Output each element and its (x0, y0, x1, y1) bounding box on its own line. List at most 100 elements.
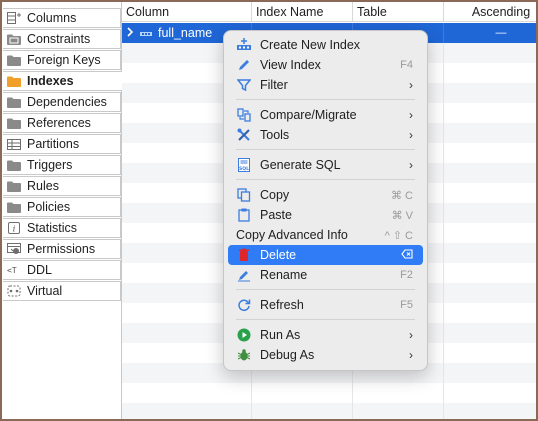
create-index-icon (236, 37, 252, 53)
menu-item-label: Filter (260, 78, 288, 92)
menu-item-delete[interactable]: Delete (228, 245, 423, 265)
menu-item-shortcut: F4 (400, 59, 413, 71)
index-name-header[interactable]: Index Name (252, 2, 353, 22)
menu-item-label: Run As (260, 328, 301, 342)
sidebar-item-constraints[interactable]: Constraints (3, 29, 121, 49)
menu-item-generate-sql[interactable]: SQL Generate SQL › (228, 155, 423, 175)
menu-item-label: Paste (260, 208, 292, 222)
menu-item-shortcut: ^ ⇧ C (384, 229, 413, 242)
sidebar-item-references[interactable]: References (3, 113, 121, 133)
sidebar-item-label: Permissions (27, 242, 96, 256)
pencil-icon (236, 57, 252, 73)
menu-separator (236, 319, 415, 320)
menu-item-shortcut: F5 (400, 299, 413, 311)
compare-icon (236, 107, 252, 123)
menu-item-label: Compare/Migrate (260, 108, 357, 122)
sidebar-item-label: Policies (27, 200, 71, 214)
expand-chevron-icon[interactable] (126, 26, 134, 40)
menu-item-filter[interactable]: Filter › (228, 75, 423, 95)
svg-text:<T: <T (7, 266, 17, 275)
table-header: Column Index Name Table Ascending (122, 2, 536, 22)
folder-icon (7, 160, 21, 171)
svg-text:SQL: SQL (239, 166, 249, 172)
sidebar-item-partitions[interactable]: Partitions (3, 134, 121, 154)
virtual-icon (7, 285, 21, 297)
menu-item-label: Create New Index (260, 38, 361, 52)
folder-icon (7, 181, 21, 192)
sidebar-item-label: Partitions (27, 137, 80, 151)
sidebar-item-label: References (27, 116, 91, 130)
menu-item-tools[interactable]: Tools › (228, 125, 423, 145)
menu-item-shortcut: F2 (400, 269, 413, 281)
menu-item-label: Copy (260, 188, 290, 202)
submenu-arrow-icon: › (409, 328, 413, 342)
menu-item-paste[interactable]: Paste ⌘ V (228, 205, 423, 225)
menu-item-shortcut: ⌘ C (391, 189, 413, 202)
sidebar-item-columns[interactable]: Columns (3, 8, 121, 28)
sidebar-item-label: Foreign Keys (27, 53, 101, 67)
ascending-cell: — (444, 23, 536, 43)
column-header[interactable]: Column (122, 2, 252, 22)
submenu-arrow-icon: › (409, 348, 413, 362)
menu-separator (236, 149, 415, 150)
sidebar-item-label: Rules (27, 179, 59, 193)
menu-item-create-new-index[interactable]: Create New Index (228, 35, 423, 55)
menu-item-debug-as[interactable]: Debug As › (228, 345, 423, 365)
folder-icon (7, 34, 21, 45)
table-row (122, 383, 536, 403)
sidebar-item-virtual[interactable]: Virtual (3, 281, 121, 301)
menu-item-label: Refresh (260, 298, 304, 312)
sidebar-item-label: Dependencies (27, 95, 107, 109)
run-icon (236, 327, 252, 343)
sidebar-item-permissions[interactable]: Permissions (3, 239, 121, 259)
menu-item-refresh[interactable]: Refresh F5 (228, 295, 423, 315)
sidebar-item-ddl[interactable]: <T DDL (3, 260, 121, 280)
menu-separator (236, 289, 415, 290)
sidebar-item-policies[interactable]: Policies (3, 197, 121, 217)
menu-item-label: View Index (260, 58, 321, 72)
menu-item-label: Generate SQL (260, 158, 341, 172)
folder-icon (7, 118, 21, 129)
menu-item-label: Tools (260, 128, 290, 142)
menu-item-label: Copy Advanced Info (236, 228, 348, 242)
sidebar-item-label: Triggers (27, 158, 73, 172)
sidebar-item-label: Virtual (27, 284, 63, 298)
delete-icon (236, 247, 252, 263)
sidebar-item-triggers[interactable]: Triggers (3, 155, 121, 175)
menu-item-copy-advanced-info[interactable]: Copy Advanced Info ^ ⇧ C (228, 225, 423, 245)
sidebar-item-dependencies[interactable]: Dependencies (3, 92, 121, 112)
submenu-arrow-icon: › (409, 128, 413, 142)
table-header-cell[interactable]: Table (353, 2, 444, 22)
partitions-icon (7, 138, 21, 150)
menu-item-run-as[interactable]: Run As › (228, 325, 423, 345)
submenu-arrow-icon: › (409, 78, 413, 92)
statistics-icon: i (7, 222, 21, 234)
sidebar-item-foreign-keys[interactable]: Foreign Keys (3, 50, 121, 70)
submenu-arrow-icon: › (409, 108, 413, 122)
submenu-arrow-icon: › (409, 158, 413, 172)
menu-item-label: Debug As (260, 348, 315, 362)
sidebar-item-rules[interactable]: Rules (3, 176, 121, 196)
menu-item-compare-migrate[interactable]: Compare/Migrate › (228, 105, 423, 125)
sidebar-item-label: Statistics (27, 221, 78, 235)
ascending-header[interactable]: Ascending (444, 2, 536, 22)
table-row (122, 403, 536, 419)
copy-icon (236, 187, 252, 203)
menu-item-copy[interactable]: Copy ⌘ C (228, 185, 423, 205)
menu-separator (236, 179, 415, 180)
menu-item-rename[interactable]: Rename F2 (228, 265, 423, 285)
menu-item-view-index[interactable]: View Index F4 (228, 55, 423, 75)
debug-icon (236, 347, 252, 363)
refresh-icon (236, 297, 252, 313)
sidebar-item-indexes[interactable]: Indexes (3, 71, 122, 91)
window-frame: Columns Constraints Foreign Keys Indexes… (0, 0, 538, 421)
sidebar-item-label: Constraints (27, 32, 91, 46)
sidebar-item-label: Columns (27, 11, 77, 25)
menu-item-label: Rename (260, 268, 308, 282)
menu-separator (236, 99, 415, 100)
permissions-icon (7, 243, 21, 255)
sidebar-item-label: Indexes (27, 74, 74, 88)
sidebar-item-label: DDL (27, 263, 53, 277)
sidebar-item-statistics[interactable]: i Statistics (3, 218, 121, 238)
column-icon (140, 26, 152, 40)
